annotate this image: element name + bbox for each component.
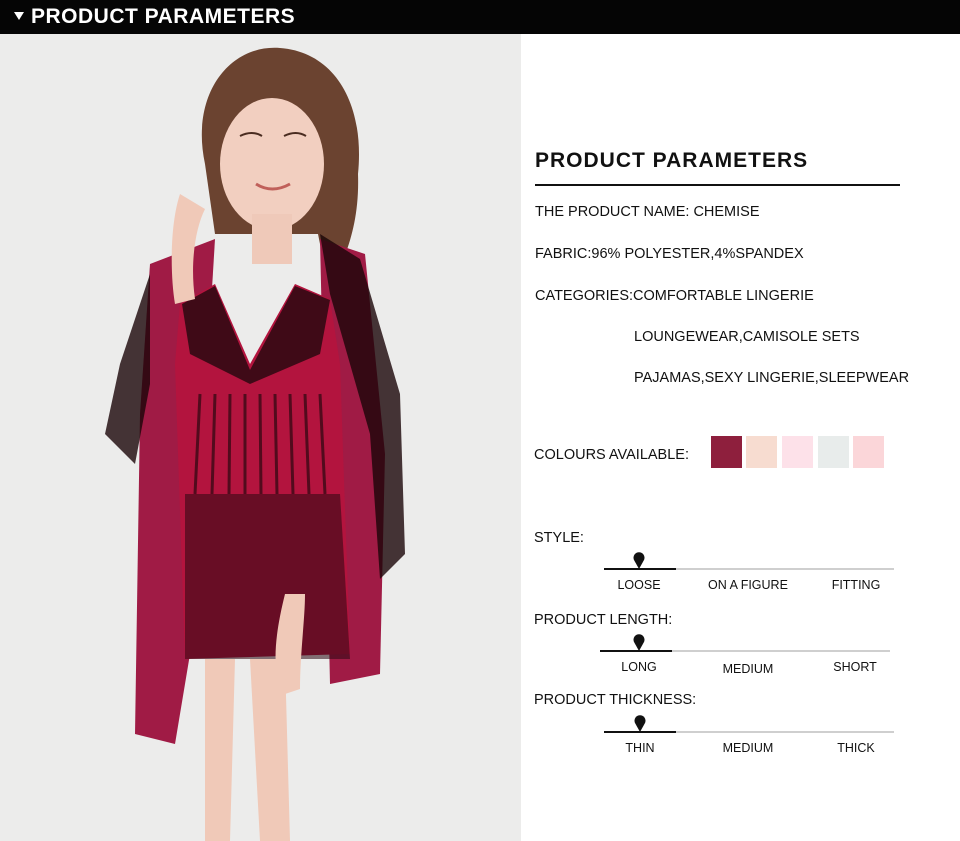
thickness-option-thick: THICK bbox=[837, 741, 875, 755]
colour-swatch-wine[interactable] bbox=[711, 436, 742, 468]
length-marker-icon bbox=[633, 634, 645, 651]
section-divider bbox=[535, 184, 900, 186]
length-option-short: SHORT bbox=[833, 660, 877, 674]
product-photo bbox=[0, 34, 521, 841]
model-illustration bbox=[0, 34, 521, 841]
thickness-marker-icon bbox=[634, 715, 646, 732]
style-option-on-a-figure: ON A FIGURE bbox=[708, 578, 788, 592]
header-bar: PRODUCT PARAMETERS bbox=[0, 0, 960, 34]
section-title: PRODUCT PARAMETERS bbox=[535, 149, 809, 172]
style-option-fitting: FITTING bbox=[831, 578, 881, 592]
style-option-loose: LOOSE bbox=[617, 578, 661, 592]
length-option-long: LONG bbox=[621, 660, 657, 674]
categories-line-1: CATEGORIES:COMFORTABLE LINGERIE bbox=[535, 288, 814, 304]
colour-swatch-peach[interactable] bbox=[746, 436, 777, 468]
colour-swatch-pink[interactable] bbox=[853, 436, 884, 468]
length-option-medium: MEDIUM bbox=[722, 662, 774, 676]
colour-swatch-light-pink[interactable] bbox=[782, 436, 813, 468]
categories-line-3: PAJAMAS,SEXY LINGERIE,SLEEPWEAR bbox=[634, 370, 910, 386]
categories-line-2: LOUNGEWEAR,CAMISOLE SETS bbox=[634, 329, 860, 345]
fabric: FABRIC:96% POLYESTER,4%SPANDEX bbox=[535, 246, 804, 262]
colour-swatch-light-grey[interactable] bbox=[818, 436, 849, 468]
thickness-option-medium: MEDIUM bbox=[722, 741, 774, 755]
colours-label: COLOURS AVAILABLE: bbox=[534, 447, 689, 463]
triangle-down-icon bbox=[14, 12, 24, 20]
style-label: STYLE: bbox=[534, 530, 584, 546]
product-name: THE PRODUCT NAME: CHEMISE bbox=[535, 204, 760, 220]
thickness-option-thin: THIN bbox=[625, 741, 655, 755]
thickness-label: PRODUCT THICKNESS: bbox=[534, 692, 697, 708]
style-marker-icon bbox=[633, 552, 645, 569]
header-title: PRODUCT PARAMETERS bbox=[31, 5, 296, 28]
length-label: PRODUCT LENGTH: bbox=[534, 612, 673, 628]
